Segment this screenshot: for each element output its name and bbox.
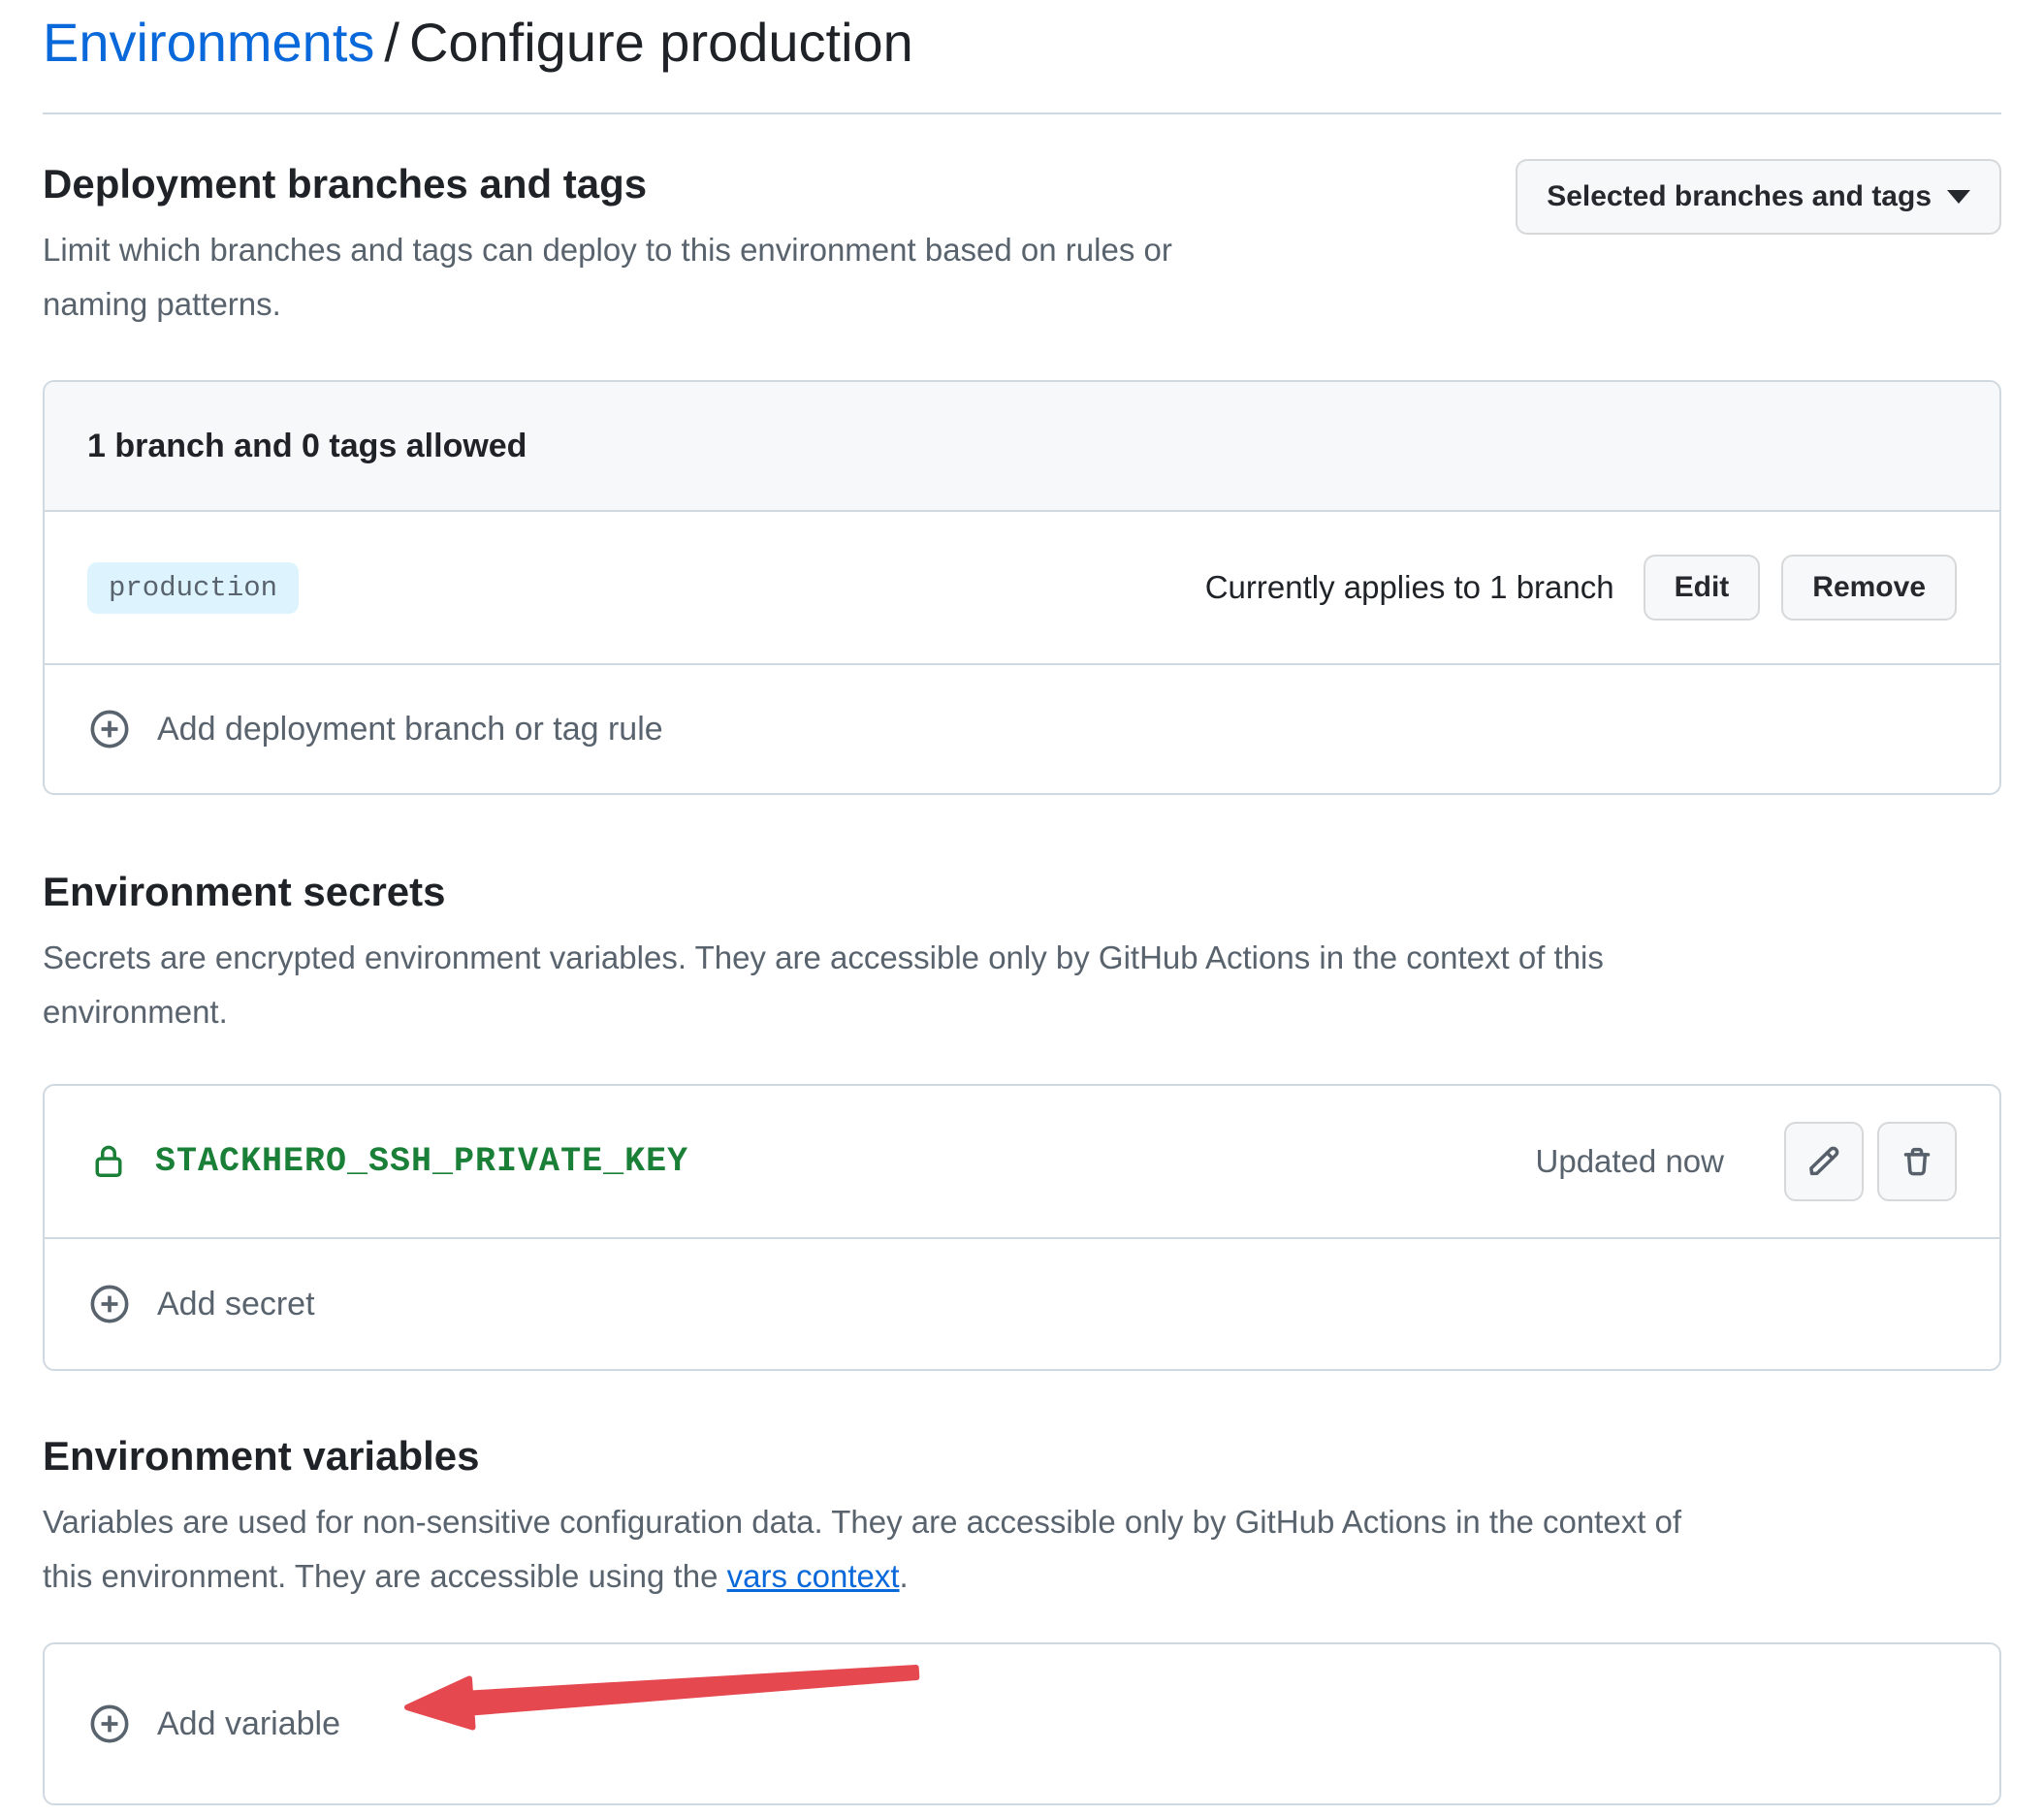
secrets-heading: Environment secrets [43, 867, 2001, 917]
remove-rule-button[interactable]: Remove [1781, 555, 1957, 621]
plus-circle-icon [87, 1282, 132, 1326]
branch-policy-dropdown[interactable]: Selected branches and tags [1516, 159, 2001, 235]
add-secret-button[interactable]: Add secret [45, 1237, 1999, 1369]
breadcrumb-environments-link[interactable]: Environments [43, 12, 374, 73]
pencil-icon [1804, 1141, 1844, 1182]
vars-context-link[interactable]: vars context [727, 1558, 900, 1594]
secret-updated-timestamp: Updated now [1536, 1143, 1724, 1180]
add-secret-label: Add secret [157, 1286, 315, 1323]
deployment-description-line1: Limit which branches and tags can deploy… [43, 223, 1172, 277]
secrets-description-line1: Secrets are encrypted environment variab… [43, 931, 2001, 985]
breadcrumb-separator: / [384, 12, 399, 73]
variables-heading: Environment variables [43, 1431, 2001, 1481]
configure-environment-page: Environments/Configure production Deploy… [0, 0, 2044, 1805]
triangle-down-icon [1947, 190, 1970, 204]
edit-rule-button[interactable]: Edit [1644, 555, 1761, 621]
add-variable-button[interactable]: Add variable [45, 1644, 1999, 1803]
branch-policy-dropdown-label: Selected branches and tags [1547, 180, 1932, 213]
variables-description-line2-prefix: this environment. They are accessible us… [43, 1558, 727, 1594]
deployment-heading: Deployment branches and tags [43, 159, 1172, 209]
delete-secret-button[interactable] [1877, 1122, 1957, 1201]
variables-description: Variables are used for non-sensitive con… [43, 1495, 2001, 1604]
branch-rule-status: Currently applies to 1 branch [1205, 569, 1614, 606]
branch-rule-name-badge: production [87, 562, 299, 614]
variables-description-line2: this environment. They are accessible us… [43, 1549, 2001, 1604]
deployment-rules-box: 1 branch and 0 tags allowed production C… [43, 380, 2001, 795]
secrets-description-line2: environment. [43, 985, 2001, 1039]
trash-icon [1897, 1141, 1937, 1182]
title-divider [43, 112, 2001, 114]
add-branch-rule-button[interactable]: Add deployment branch or tag rule [45, 663, 1999, 793]
branch-rule-row: production Currently applies to 1 branch… [45, 512, 1999, 663]
rules-summary-header: 1 branch and 0 tags allowed [45, 382, 1999, 512]
plus-circle-icon [87, 707, 132, 751]
deployment-heading-block: Deployment branches and tags Limit which… [43, 159, 1172, 332]
deployment-section-header: Deployment branches and tags Limit which… [43, 159, 2001, 332]
secrets-box: STACKHERO_SSH_PRIVATE_KEY Updated now [43, 1084, 2001, 1371]
page-title-current: Configure production [409, 12, 913, 73]
deployment-description-line2: naming patterns. [43, 277, 1172, 332]
secrets-description: Secrets are encrypted environment variab… [43, 931, 2001, 1039]
edit-secret-button[interactable] [1784, 1122, 1864, 1201]
add-variable-label: Add variable [157, 1705, 340, 1743]
lock-icon [87, 1140, 130, 1183]
plus-circle-icon [87, 1702, 132, 1746]
secret-name: STACKHERO_SSH_PRIVATE_KEY [155, 1142, 688, 1181]
page-title: Environments/Configure production [43, 10, 2001, 76]
secret-row: STACKHERO_SSH_PRIVATE_KEY Updated now [45, 1086, 1999, 1237]
variables-box: Add variable [43, 1642, 2001, 1805]
variables-description-line1: Variables are used for non-sensitive con… [43, 1495, 2001, 1549]
add-branch-rule-label: Add deployment branch or tag rule [157, 711, 663, 748]
variables-description-line2-suffix: . [900, 1558, 909, 1594]
deployment-description: Limit which branches and tags can deploy… [43, 223, 1172, 332]
